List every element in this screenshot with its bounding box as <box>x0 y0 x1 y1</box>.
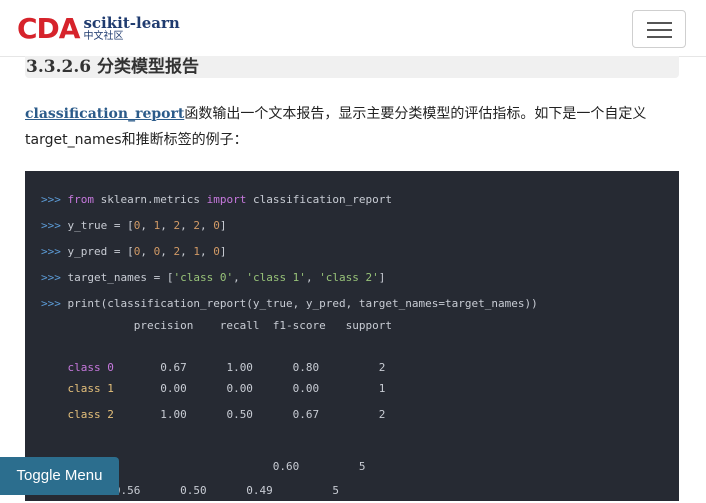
code-prompt: >>> <box>41 245 61 258</box>
report-row-label: class 2 <box>67 408 114 421</box>
code-line: >>> print(classification_report(y_true, … <box>41 295 679 317</box>
report-accuracy: 0.60 5 <box>41 460 366 473</box>
report-row-values: 0.00 0.00 0.00 1 <box>113 382 386 395</box>
hamburger-icon <box>647 36 672 38</box>
report-row-values: 0.67 1.00 0.80 2 <box>113 361 386 374</box>
code-prompt: >>> <box>41 193 61 206</box>
report-header: precision recall f1-score support <box>41 319 392 332</box>
hamburger-icon <box>647 22 672 24</box>
section-paragraph: classification_report函数输出一个文本报告，显示主要分类模型… <box>25 101 685 153</box>
code-text: ] <box>378 271 386 284</box>
report-row-values: 1.00 0.50 0.67 2 <box>113 408 386 421</box>
logo-cda: CDA <box>17 12 80 45</box>
code-keyword: import <box>206 193 247 206</box>
code-line: >>> y_true = [0, 1, 2, 2, 0] <box>41 217 679 243</box>
code-text: , <box>160 245 174 258</box>
code-keyword: from <box>67 193 95 206</box>
logo-text: scikit-learn 中文社区 <box>83 16 179 42</box>
code-prompt: >>> <box>41 297 61 310</box>
code-text: , <box>160 219 174 232</box>
code-text: sklearn.metrics <box>94 193 207 206</box>
classification-report-link[interactable]: classification_report <box>25 106 184 122</box>
code-text: , <box>233 271 247 284</box>
code-line: >>> from sklearn.metrics import classifi… <box>41 191 679 217</box>
code-prompt: >>> <box>41 219 61 232</box>
code-line: >>> y_pred = [0, 0, 2, 1, 0] <box>41 243 679 269</box>
report-row-label: class 1 <box>67 382 114 395</box>
code-text: ] <box>219 219 227 232</box>
section-heading: 3.3.2.6 分类模型报告 <box>25 56 679 78</box>
report-partial-row: 0.56 0.50 0.49 5 <box>41 484 340 497</box>
code-text: print(classification_report(y_true, y_pr… <box>60 297 538 310</box>
code-block: >>> from sklearn.metrics import classifi… <box>25 171 679 501</box>
code-line: >>> target_names = ['class 0', 'class 1'… <box>41 269 679 295</box>
code-text: classification_report <box>246 193 393 206</box>
code-text: , <box>305 271 320 284</box>
navbar: CDA scikit-learn 中文社区 <box>0 0 706 57</box>
hamburger-menu-button[interactable] <box>632 10 686 48</box>
code-number: 1 <box>193 245 200 258</box>
report-row: class 2 1.00 0.50 0.67 2 <box>41 406 679 427</box>
code-text: ] <box>219 245 227 258</box>
code-number: 0 <box>213 245 220 258</box>
report-row: class 1 0.00 0.00 0.00 1 <box>41 380 679 406</box>
report-row-label: class 0 <box>67 361 114 374</box>
code-text: , <box>180 245 194 258</box>
code-string: 'class 2' <box>319 271 379 284</box>
code-text: , <box>140 219 154 232</box>
toggle-menu-button[interactable]: Toggle Menu <box>0 457 119 495</box>
hamburger-icon <box>647 29 672 31</box>
code-string: 'class 1' <box>246 271 306 284</box>
logo-sub: 中文社区 <box>83 31 124 42</box>
code-text: y_pred = [ <box>60 245 134 258</box>
code-string: 'class 0' <box>173 271 234 284</box>
logo-main: scikit-learn <box>83 14 180 32</box>
report-blank <box>41 427 679 458</box>
code-text: , <box>199 245 214 258</box>
report-row: class 0 0.67 1.00 0.80 2 <box>41 359 679 380</box>
code-text: y_true = [ <box>60 219 134 232</box>
site-logo[interactable]: CDA scikit-learn 中文社区 <box>17 14 180 44</box>
code-text: , <box>180 219 194 232</box>
code-text: target_names = [ <box>60 271 174 284</box>
code-number: 0 <box>213 219 220 232</box>
code-number: 2 <box>193 219 200 232</box>
code-prompt: >>> <box>41 271 61 284</box>
code-text: , <box>140 245 154 258</box>
report-blank <box>41 338 679 359</box>
code-text: , <box>199 219 214 232</box>
